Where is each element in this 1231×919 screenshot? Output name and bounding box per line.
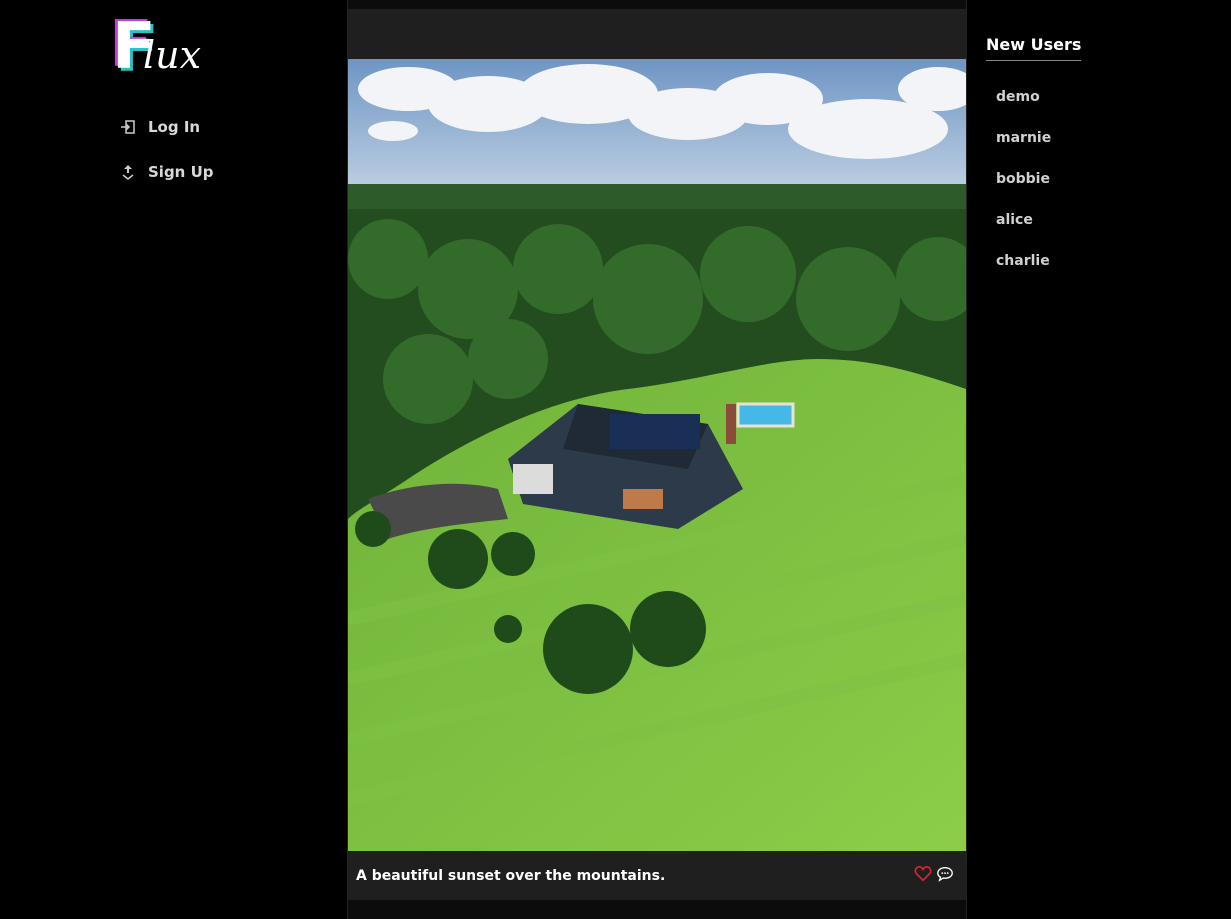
- flux-logo[interactable]: F lux: [112, 15, 202, 79]
- heart-icon[interactable]: [914, 865, 932, 883]
- user-link-charlie[interactable]: charlie: [996, 253, 1051, 294]
- auth-nav: Log In Sign Up: [120, 104, 214, 194]
- comment-icon[interactable]: [936, 865, 954, 883]
- post-actions: [914, 865, 954, 883]
- new-users-list: demo marnie bobbie alice charlie: [996, 89, 1051, 294]
- login-label: Log In: [148, 117, 201, 136]
- user-link-alice[interactable]: alice: [996, 212, 1051, 253]
- login-icon: [121, 119, 135, 134]
- logo-text: lux: [143, 33, 202, 77]
- left-sidebar: F lux Log In Sign Up: [0, 0, 347, 919]
- post-header: [348, 9, 966, 59]
- post-photo[interactable]: [348, 59, 966, 851]
- post-caption: A beautiful sunset over the mountains.: [356, 867, 666, 884]
- user-link-demo[interactable]: demo: [996, 89, 1051, 130]
- signup-link[interactable]: Sign Up: [120, 149, 214, 194]
- right-sidebar: New Users demo marnie bobbie alice charl…: [967, 0, 1231, 919]
- user-link-bobbie[interactable]: bobbie: [996, 171, 1051, 212]
- post-card: A beautiful sunset over the mountains.: [348, 9, 966, 900]
- post-footer: A beautiful sunset over the mountains.: [348, 851, 966, 900]
- new-users-title: New Users: [986, 35, 1082, 61]
- login-link[interactable]: Log In: [120, 104, 214, 149]
- signup-icon: [122, 164, 134, 180]
- signup-label: Sign Up: [148, 162, 214, 181]
- feed-column: A beautiful sunset over the mountains.: [347, 0, 967, 919]
- user-link-marnie[interactable]: marnie: [996, 130, 1051, 171]
